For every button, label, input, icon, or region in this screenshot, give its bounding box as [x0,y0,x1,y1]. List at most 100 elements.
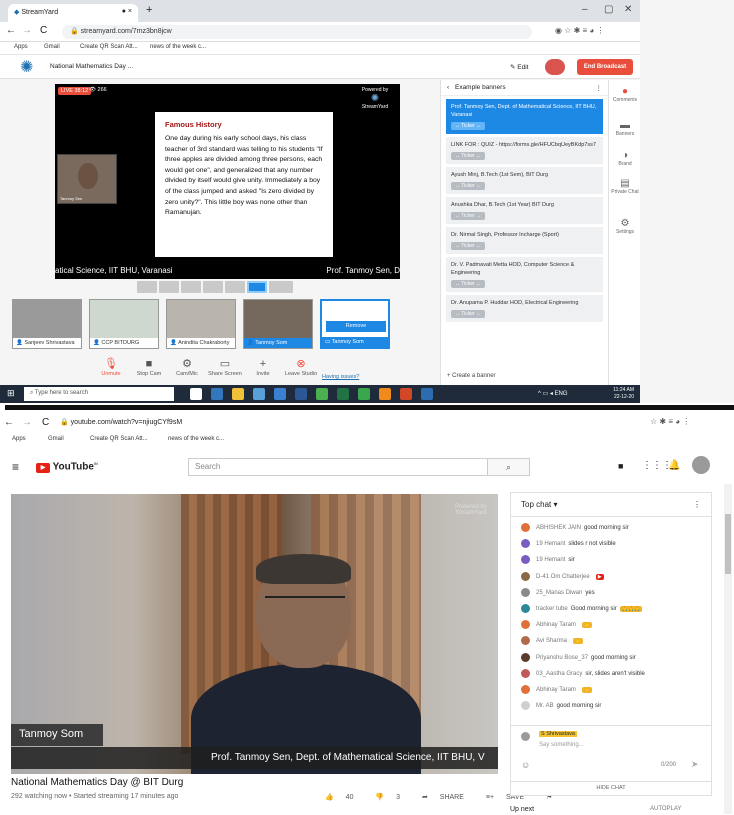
clock[interactable]: 11:24 AM 22-12-20 [590,387,634,401]
layout-thin[interactable] [203,281,223,293]
leave-studio-button[interactable]: ⊗ Leave Studio [282,357,320,377]
bookmark-gmail[interactable]: Gmail [44,44,60,50]
bookmark-qr[interactable]: Create QR Scan Att... [90,436,148,442]
extension-icons[interactable]: ◉ ☆ ✱ ≡ ◕ ⋮ [555,26,604,35]
windows-start-icon[interactable]: ⊞ [7,388,15,399]
avatar[interactable] [545,59,565,75]
banner-item[interactable]: Prof. Tanmoy Sen, Dept. of Mathematical … [446,99,603,134]
word-icon[interactable] [295,388,307,400]
reload-icon[interactable]: C [40,25,47,36]
ticker-toggle[interactable]: ↔ Ticker ↔ [451,310,486,318]
unmute-button[interactable]: 🎙 Unmute [92,357,130,377]
bookmark-apps[interactable]: Apps [14,44,28,50]
ticker-toggle[interactable]: ↔ Ticker ↔ [451,182,486,190]
new-tab-icon[interactable]: + [146,4,152,16]
rail-private-chat[interactable]: ▤ Private Chat [609,178,641,195]
banner-item[interactable]: Dr. Nirmal Singh, Professor Incharge (Sp… [446,227,603,254]
share-button[interactable]: ➦ SHARE [422,794,474,801]
back-icon[interactable]: ← [4,417,14,428]
chrome-icon[interactable] [316,388,328,400]
send-icon[interactable]: ➤ [691,759,699,770]
edit-button[interactable]: ✎ Edit [510,63,528,71]
forward-icon[interactable]: → [22,417,32,428]
broadcast-title[interactable]: National Mathematics Day ... [50,63,133,70]
page-scrollbar[interactable] [724,484,732,814]
more-icon[interactable]: ⋮ [596,84,603,92]
more-icon[interactable]: ⋮ [693,500,701,509]
excel-icon[interactable] [337,388,349,400]
invite-button[interactable]: + Invite [244,357,282,377]
explorer-icon[interactable] [232,388,244,400]
share-screen-button[interactable]: ▭ Share Screen [206,357,244,377]
bookmark-gmail[interactable]: Gmail [48,436,64,442]
rail-comments[interactable]: ● Comments [609,86,641,103]
chat-input[interactable]: Say something... [539,742,584,748]
avatar[interactable] [692,456,710,474]
cam-mic-button[interactable]: ⚙ Cam/Mic [168,357,206,377]
layout-solo[interactable] [137,281,157,293]
notifications-icon[interactable]: 🔔 [668,460,680,471]
chevron-left-icon[interactable]: ‹ [447,84,449,91]
rail-banners[interactable]: ▬ Banners [609,120,641,137]
search-button[interactable]: ⌕ [488,458,530,476]
like-button[interactable]: 👍 40 [325,794,363,801]
participant-card[interactable]: 👤 Anindita Chakraborty [166,299,236,349]
extension-icons[interactable]: ☆ ✱ ≡ ◕ ⋮ [650,417,690,426]
close-window-icon[interactable]: ✕ [624,4,632,15]
participant-card[interactable]: 👤 CCP BITDURG [89,299,159,349]
mail-icon[interactable] [274,388,286,400]
top-chat-dropdown[interactable]: Top chat ▾ [521,500,558,509]
banner-item[interactable]: LINK FOR : QUIZ - https://forms.gle/HFUC… [446,137,603,164]
minimize-icon[interactable]: – [582,4,588,15]
stop-cam-button[interactable]: ■ Stop Cam [130,357,168,377]
url-field[interactable]: 🔒 streamyard.com/7mz3bn8jcw [62,25,532,39]
search-input[interactable]: Search [188,458,488,476]
banner-item[interactable]: Ayush Minj, B.Tech (1st Sem), BIT Durg ↔ … [446,167,603,194]
edge-icon[interactable] [211,388,223,400]
create-video-icon[interactable]: ■ [618,461,623,471]
layout-screen-share[interactable] [247,281,267,293]
remove-button[interactable]: Remove [326,321,386,332]
ticker-toggle[interactable]: ↔ Ticker ↔ [451,242,486,250]
browser-tab[interactable]: ◆ StreamYard ● × [8,4,138,22]
layout-leader[interactable] [181,281,201,293]
dislike-button[interactable]: 👎 3 [375,794,410,801]
layout-group[interactable] [159,281,179,293]
ticker-toggle[interactable]: ↔ Ticker ↔ [451,212,486,220]
ticker-toggle[interactable]: ↔ Ticker ↔ [451,122,486,130]
url-field[interactable]: 🔒 youtube.com/watch?v=njiugCYf9sM [60,418,182,426]
bookmark-apps[interactable]: Apps [12,436,26,442]
menu-icon[interactable]: ≡ [12,460,19,474]
rail-brand[interactable]: ◑ Brand [609,150,641,167]
create-banner-button[interactable]: + Create a banner [447,373,496,379]
system-tray[interactable]: ^ ▭ ◂ ENG [538,390,568,397]
banner-item[interactable]: Dr. Anupama P. Huddar HOD, Electrical En… [446,295,603,322]
forward-icon[interactable]: → [22,25,32,36]
bookmark-news[interactable]: news of the week c... [150,44,206,50]
bookmark-qr[interactable]: Create QR Scan Att... [80,44,138,50]
bookmark-news[interactable]: news of the week c... [168,436,224,442]
powerpoint-icon[interactable] [400,388,412,400]
vlc-icon[interactable] [379,388,391,400]
back-icon[interactable]: ← [6,25,16,36]
screen-share-card[interactable]: Remove ▭ Tanmoy Som [320,299,390,349]
ticker-toggle[interactable]: ↔ Ticker ↔ [451,152,486,160]
close-tab-icon[interactable]: ● × [122,8,132,15]
autoplay-toggle[interactable]: AUTOPLAY [650,806,681,812]
reload-icon[interactable]: C [42,417,49,428]
app2-icon[interactable] [421,388,433,400]
store-icon[interactable] [253,388,265,400]
app-icon[interactable] [358,388,370,400]
task-view-icon[interactable] [190,388,202,400]
maximize-icon[interactable]: ▢ [604,4,613,15]
emoji-icon[interactable]: ☺ [521,760,530,770]
taskbar-search[interactable]: ⌕ Type here to search [24,387,174,401]
banner-item[interactable]: Dr. V. Padmavati Metta HOD, Computer Sci… [446,257,603,292]
layout-pip[interactable] [225,281,245,293]
banner-item[interactable]: Anushka Dhar, B.Tech (1st Year) BIT Durg… [446,197,603,224]
ticker-toggle[interactable]: ↔ Ticker ↔ [451,280,486,288]
participant-card[interactable]: 👤 Tanmoy Som [243,299,313,349]
hide-chat-button[interactable]: HIDE CHAT [511,781,711,795]
rail-settings[interactable]: ⚙ Settings [609,218,641,235]
end-broadcast-button[interactable]: End Broadcast [577,59,633,75]
